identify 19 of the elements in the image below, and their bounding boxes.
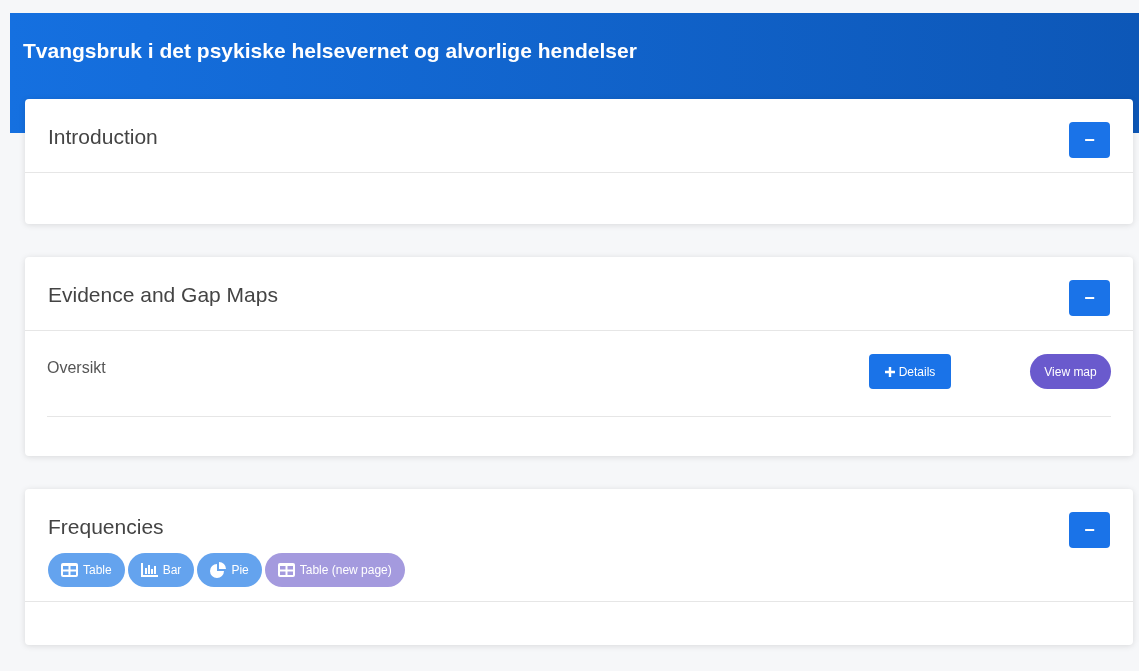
collapse-button[interactable]: − xyxy=(1069,280,1110,316)
table-icon xyxy=(277,563,295,577)
pie-chart-icon xyxy=(210,562,227,578)
section-title: Evidence and Gap Maps xyxy=(48,282,278,308)
section-title: Introduction xyxy=(48,124,158,150)
view-button[interactable]: Pie xyxy=(197,553,262,587)
collapse-button[interactable]: − xyxy=(1069,512,1110,548)
section-title: Frequencies xyxy=(48,514,165,540)
page-title: Tvangsbruk i det psykiske helsevernet og alvorlige hendelser xyxy=(23,39,637,62)
view-button[interactable]: Table xyxy=(48,553,125,587)
bar-chart-icon xyxy=(140,563,158,577)
view-button[interactable]: Table (new page) xyxy=(264,553,405,587)
collapse-button[interactable]: − xyxy=(1069,122,1110,158)
table-icon xyxy=(61,563,78,577)
view-button[interactable]: Bar xyxy=(127,553,195,587)
map-label: Oversikt xyxy=(47,358,106,378)
details-button[interactable]: Details xyxy=(869,354,951,389)
view-map-button[interactable]: View map xyxy=(1030,354,1111,389)
plus-icon xyxy=(884,366,895,377)
